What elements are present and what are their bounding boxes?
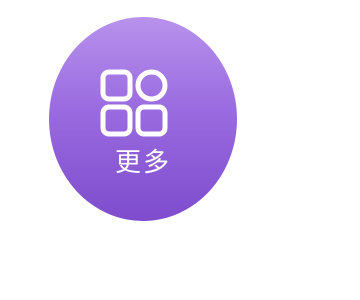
more-label: 更多: [114, 148, 171, 178]
grid-four-icon: [100, 69, 168, 137]
page: 更多: [0, 0, 360, 300]
more-button[interactable]: 更多: [49, 17, 237, 221]
